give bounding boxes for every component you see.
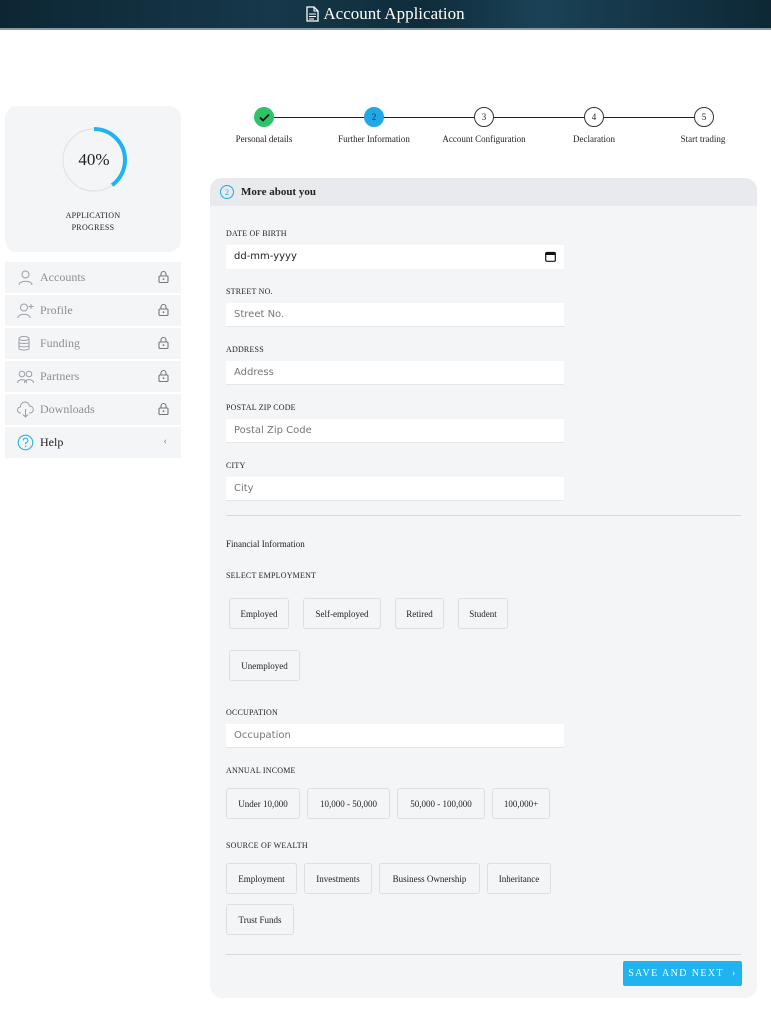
step-1-label: Personal details [235,134,293,144]
dob-input[interactable]: dd-mm-yyyy [226,245,564,269]
lock-icon [158,402,169,415]
more-about-you-form: 2 More about you DATE OF BIRTH dd-mm-yyy… [210,178,757,998]
step-3-circle[interactable]: 3 [474,107,494,127]
form-header: 2 More about you [210,178,757,206]
document-icon [306,6,320,22]
income-option-under-10000[interactable]: Under 10,000 [226,788,300,819]
cloud-download-icon [17,401,34,418]
city-label: CITY [226,461,246,470]
form-title: More about you [241,186,316,198]
street-label: STREET NO. [226,287,273,296]
sidebar-item-downloads[interactable]: Downloads [5,394,181,425]
sidebar-item-accounts[interactable]: Accounts [5,262,181,293]
sidebar-item-funding[interactable]: Funding [5,328,181,359]
coins-icon [18,336,30,351]
step-2-label: Further Information [338,134,410,144]
lock-icon [158,303,169,316]
step-2-circle[interactable]: 2 [364,107,384,127]
lock-icon [158,270,169,283]
dob-value: dd-mm-yyyy [234,251,297,262]
address-input[interactable] [226,361,564,385]
city-input[interactable] [226,477,564,501]
check-icon [258,113,270,122]
help-icon [17,434,34,451]
section-divider [226,515,741,516]
sidebar-item-label: Profile [40,303,73,317]
form-footer-divider [226,954,741,955]
sidebar-item-profile[interactable]: Profile [5,295,181,326]
sidebar-item-partners[interactable]: Partners [5,361,181,392]
calendar-icon[interactable] [545,251,556,262]
sidebar-nav: Accounts Profile Funding Partners Downlo… [5,262,181,460]
chevron-left-icon: ‹ [163,435,167,447]
lock-icon [158,336,169,349]
sidebar-item-help[interactable]: Help ‹ [5,427,181,458]
save-and-next-label: SAVE AND NEXT [628,968,725,979]
step-4-circle[interactable]: 4 [584,107,604,127]
progress-percent: 40% [78,150,110,169]
postal-input[interactable] [226,419,564,443]
income-option-100000-plus[interactable]: 100,000+ [492,788,550,819]
wealth-option-inheritance[interactable]: Inheritance [487,863,551,894]
employment-option-employed[interactable]: Employed [229,598,289,629]
user-add-icon [17,303,34,319]
postal-label: POSTAL ZIP CODE [226,403,296,412]
employment-option-retired[interactable]: Retired [395,598,444,629]
app-header: Account Application [0,0,771,30]
lock-icon [158,369,169,382]
street-input[interactable] [226,303,564,327]
sidebar-item-label: Accounts [40,270,86,284]
occupation-label: OCCUPATION [226,708,278,717]
sidebar-item-label: Partners [40,369,80,383]
employment-option-student[interactable]: Student [458,598,508,629]
sidebar-item-label: Funding [40,336,81,350]
employment-label: SELECT EMPLOYMENT [226,571,317,580]
wealth-option-employment[interactable]: Employment [226,863,297,894]
employment-option-self-employed[interactable]: Self-employed [303,598,381,629]
dob-label: DATE OF BIRTH [226,229,287,238]
address-label: ADDRESS [226,345,264,354]
wealth-label: SOURCE OF WEALTH [226,841,308,850]
save-and-next-button[interactable]: SAVE AND NEXT › [623,961,742,986]
wealth-option-business-ownership[interactable]: Business Ownership [379,863,480,894]
wealth-option-investments[interactable]: Investments [304,863,372,894]
chevron-right-icon: › [732,968,737,979]
users-icon [17,370,34,384]
wealth-option-trust-funds[interactable]: Trust Funds [226,904,294,935]
progress-stepper: Personal details 2 Further Information 3… [210,106,760,146]
user-icon [18,270,33,286]
step-3-label: Account Configuration [442,134,526,144]
financial-info-title: Financial Information [226,539,305,549]
step-5-label: Start trading [680,134,726,144]
app-title: Account Application [323,4,465,23]
section-number-badge: 2 [220,185,234,199]
step-5-circle[interactable]: 5 [694,107,714,127]
progress-label: APPLICATION PROGRESS [65,211,121,232]
step-1-circle[interactable] [254,107,274,127]
sidebar-item-label: Help [40,435,64,449]
income-option-50000-100000[interactable]: 50,000 - 100,000 [397,788,485,819]
occupation-input[interactable] [226,724,564,748]
income-label: ANNUAL INCOME [226,766,296,775]
employment-option-unemployed[interactable]: Unemployed [229,650,300,681]
sidebar-item-label: Downloads [40,402,95,416]
income-option-10000-50000[interactable]: 10,000 - 50,000 [307,788,390,819]
application-progress-card: 40% APPLICATION PROGRESS [5,106,181,252]
step-4-label: Declaration [573,134,615,144]
